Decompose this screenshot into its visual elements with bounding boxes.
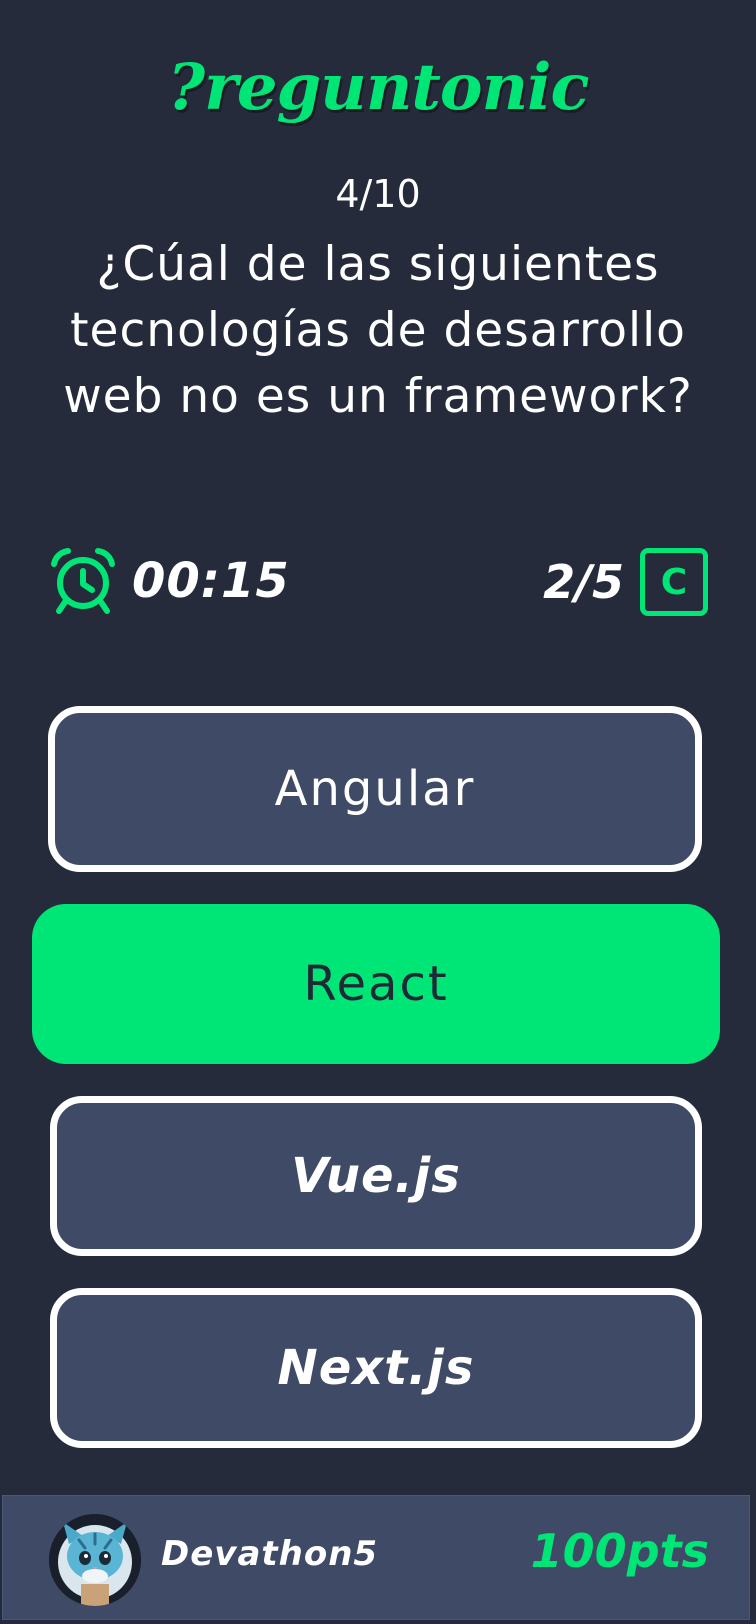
progress-indicator: 2/5 C: [543, 548, 708, 616]
cat-avatar-icon: [49, 1514, 141, 1606]
option-nextjs[interactable]: Next.js: [50, 1288, 702, 1448]
username: Devathon5: [161, 1534, 379, 1574]
option-react[interactable]: React: [32, 904, 720, 1064]
player-bar: Devathon5 100pts: [2, 1495, 750, 1620]
avatar: [49, 1514, 141, 1606]
option-vuejs[interactable]: Vue.js: [50, 1096, 702, 1256]
timer-value: 00:15: [132, 553, 290, 609]
app-logo: ?reguntonic: [167, 50, 590, 125]
level-badge: C: [640, 548, 708, 616]
progress-value: 2/5: [543, 555, 624, 609]
points-score: 100pts: [530, 1524, 709, 1578]
option-angular[interactable]: Angular: [48, 706, 702, 872]
timer: 00:15: [48, 546, 290, 616]
question-text: ¿Cúal de las siguientes tecnologías de d…: [63, 237, 693, 424]
question-counter: 4/10: [335, 172, 421, 216]
alarm-clock-icon: [51, 548, 115, 614]
